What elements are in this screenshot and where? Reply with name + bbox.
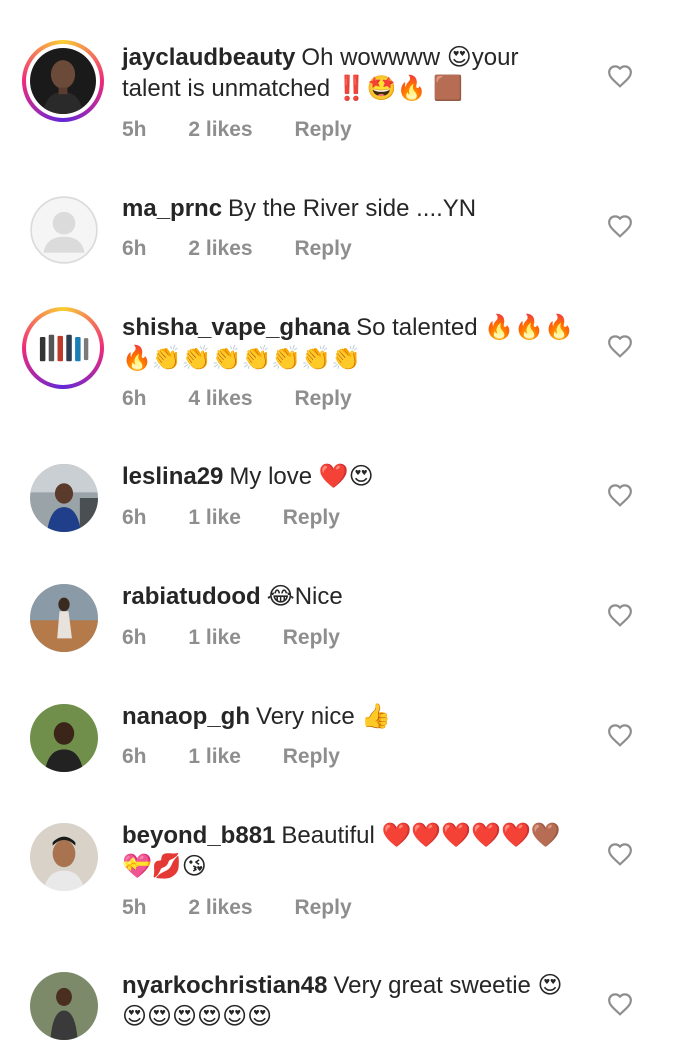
reply-button[interactable]: Reply	[283, 626, 340, 649]
avatar	[30, 48, 96, 114]
story-ring-avatar[interactable]	[22, 307, 104, 389]
like-heart-icon[interactable]	[607, 334, 633, 358]
default-avatar-icon	[30, 196, 98, 264]
avatar-photo-woman-greenery	[30, 704, 98, 772]
comment-time: 6h	[122, 745, 147, 768]
like-heart-icon[interactable]	[607, 483, 633, 507]
comment-text: leslina29 My love ❤️😍	[122, 461, 582, 492]
comment-time: 5h	[122, 118, 147, 141]
comment-meta: 6h 4 likes Reply	[122, 387, 388, 411]
avatar-photo-woman-outdoor	[30, 584, 98, 652]
avatar[interactable]	[30, 584, 98, 652]
like-heart-icon[interactable]	[607, 992, 633, 1016]
comment-username[interactable]: shisha_vape_ghana	[122, 314, 350, 341]
comment-time: 5h	[122, 896, 147, 919]
comment-text: shisha_vape_ghana So talented 🔥🔥🔥🔥👏👏👏👏👏👏👏	[122, 312, 582, 374]
avatar[interactable]	[30, 823, 98, 891]
comment-likes[interactable]: 2 likes	[188, 896, 252, 919]
comment-username[interactable]: beyond_b881	[122, 822, 275, 849]
comment-likes[interactable]: 4 likes	[188, 387, 252, 410]
comment-meta: 6h 2 likes Reply	[122, 237, 388, 261]
reply-button[interactable]: Reply	[294, 896, 351, 919]
like-heart-icon[interactable]	[607, 723, 633, 747]
comment-username[interactable]: leslina29	[122, 463, 223, 490]
story-ring-avatar[interactable]	[22, 40, 104, 122]
avatar-photo-man-young	[30, 823, 98, 891]
avatar[interactable]	[30, 464, 98, 532]
comment-username[interactable]: nanaop_gh	[122, 703, 250, 730]
avatar[interactable]	[30, 704, 98, 772]
avatar-photo-woman-car	[30, 464, 98, 532]
comment-username[interactable]: jayclaudbeauty	[122, 44, 295, 71]
comment-meta: 5h 2 likes Reply	[122, 896, 388, 920]
comment-text: beyond_b881 Beautiful ❤️❤️❤️❤️❤️🤎💝💋😘	[122, 820, 582, 882]
avatar	[30, 315, 96, 381]
avatar[interactable]	[30, 972, 98, 1040]
like-heart-icon[interactable]	[607, 603, 633, 627]
comment-likes[interactable]: 1 like	[188, 626, 241, 649]
reply-button[interactable]: Reply	[283, 506, 340, 529]
comment-meta: 6h 1 like Reply	[122, 626, 376, 650]
comment-time: 6h	[122, 626, 147, 649]
avatar-photo-man-outdoor	[30, 972, 98, 1040]
like-heart-icon[interactable]	[607, 842, 633, 866]
like-heart-icon[interactable]	[607, 64, 633, 88]
comment-text: rabiatudood 😂Nice	[122, 581, 582, 612]
like-heart-icon[interactable]	[607, 214, 633, 238]
reply-button[interactable]: Reply	[294, 118, 351, 141]
comment-body: My love ❤️😍	[229, 463, 374, 490]
comment-likes[interactable]: 1 like	[188, 506, 241, 529]
comment-time: 6h	[122, 506, 147, 529]
comment-text: jayclaudbeauty Oh wowwww 😍your talent is …	[122, 42, 582, 104]
comment-likes[interactable]: 1 like	[188, 745, 241, 768]
avatar-vape-products	[30, 315, 96, 381]
comment-meta: 5h 2 likes Reply	[122, 118, 388, 142]
comment-likes[interactable]: 2 likes	[188, 118, 252, 141]
comment-body: 😂Nice	[266, 583, 343, 610]
comment-meta: 6h 1 like Reply	[122, 506, 376, 530]
comment-username[interactable]: nyarkochristian48	[122, 972, 327, 999]
avatar-photo-man	[30, 48, 96, 114]
comment-text: ma_prnc By the River side ....YN	[122, 193, 582, 224]
comment-username[interactable]: rabiatudood	[122, 583, 261, 610]
comment-text: nyarkochristian48 Very great sweetie 😍😍😍😍…	[122, 970, 582, 1032]
reply-button[interactable]: Reply	[283, 745, 340, 768]
avatar[interactable]	[30, 196, 98, 264]
comment-body: Very nice 👍	[256, 703, 392, 730]
reply-button[interactable]: Reply	[294, 387, 351, 410]
comment-meta: 6h 1 like Reply	[122, 745, 376, 769]
comment-text: nanaop_gh Very nice 👍	[122, 701, 582, 732]
comment-username[interactable]: ma_prnc	[122, 195, 222, 222]
comment-likes[interactable]: 2 likes	[188, 237, 252, 260]
comment-time: 6h	[122, 237, 147, 260]
comment-time: 6h	[122, 387, 147, 410]
reply-button[interactable]: Reply	[294, 237, 351, 260]
comment-body: By the River side ....YN	[228, 195, 477, 222]
